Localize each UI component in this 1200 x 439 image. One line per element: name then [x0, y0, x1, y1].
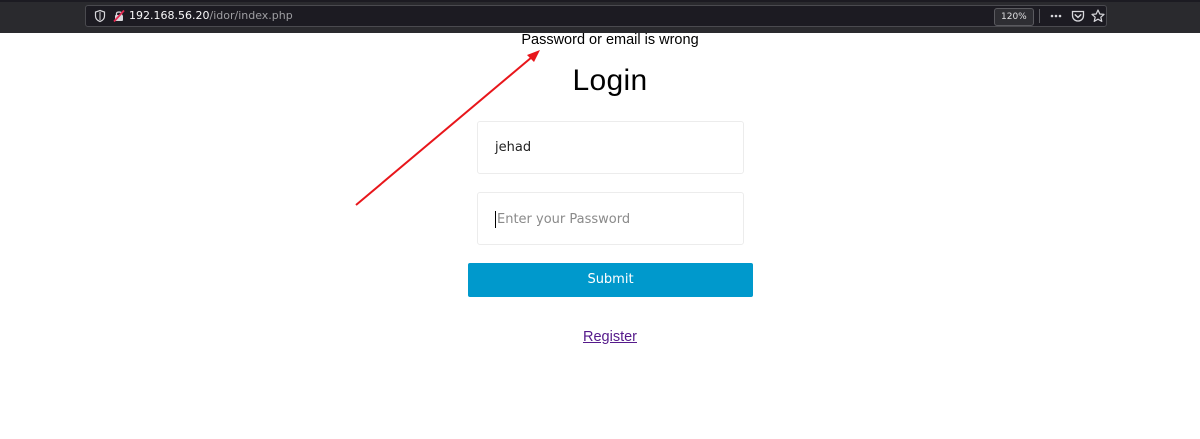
url-host: 192.168.56.20 [129, 9, 210, 22]
toolbar-top-edge [0, 0, 1200, 2]
urlbar-divider [1039, 9, 1040, 23]
insecure-lock-icon[interactable] [112, 9, 126, 23]
more-icon[interactable] [1048, 8, 1064, 24]
password-field[interactable]: Enter your Password [477, 192, 744, 245]
url-path: /idor/index.php [209, 9, 293, 22]
error-message: Password or email is wrong [521, 32, 699, 48]
zoom-level-badge[interactable]: 120% [994, 8, 1034, 26]
register-link[interactable]: Register [0, 329, 1200, 345]
url-text[interactable]: 192.168.56.20/idor/index.php [129, 9, 293, 22]
bookmark-star-icon[interactable] [1090, 8, 1106, 24]
username-field[interactable]: jehad [477, 121, 744, 174]
pocket-icon[interactable] [1070, 8, 1086, 24]
username-value: jehad [495, 140, 532, 155]
address-bar[interactable]: 192.168.56.20/idor/index.php 120% [85, 5, 1107, 27]
text-caret [495, 211, 496, 228]
page-title: Login [572, 64, 648, 97]
shield-icon[interactable] [93, 9, 107, 23]
submit-button[interactable]: Submit [468, 263, 753, 297]
browser-toolbar: 192.168.56.20/idor/index.php 120% [0, 0, 1200, 33]
password-placeholder: Enter your Password [497, 212, 631, 227]
